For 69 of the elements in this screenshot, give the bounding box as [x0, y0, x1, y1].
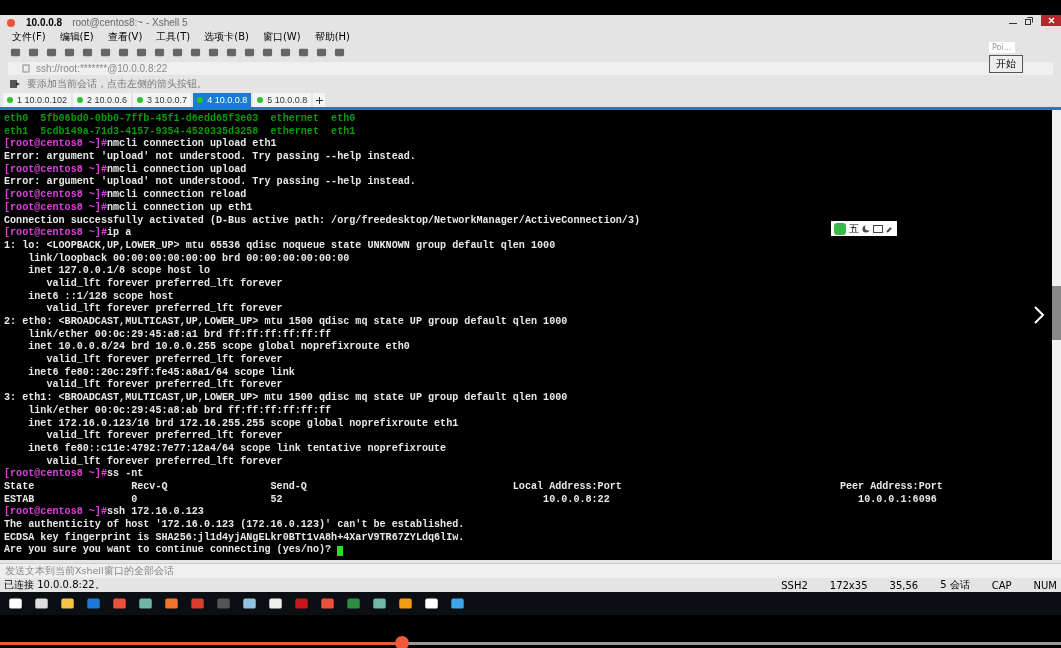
menu-item[interactable]: 文件(F)	[12, 30, 46, 44]
terminal-line: eth1 5cdb149a-71d3-4157-9354-4520335d3258 ethernet eth1	[4, 125, 356, 138]
terminal-line: inet 10.0.0.8/24 brd 10.0.0.255 scope global noprefixroute eth0	[27, 341, 410, 354]
progress-handle[interactable]	[395, 636, 410, 648]
close-icon[interactable]	[1047, 17, 1055, 24]
terminal-line: link/ether 00:0c:29:45:a8:ab brd ff:ff:ff:ff:ff:ff	[27, 404, 332, 418]
status-item: NUM	[1033, 579, 1057, 591]
terminal-line: ESTAB 0 52 10.0.0.8:22 10.0.0.1:6096	[4, 493, 937, 506]
terminal-line: inet6 ::1/128 scope host	[27, 290, 174, 303]
terminal-line: Error: argument 'upload' not understood. Try passing --help instead.	[4, 176, 416, 189]
terminal-line: Connection successfully activated (D-Bus active path: /org/freedesktop/NetworkManager/ActiveConnection/3)	[4, 214, 640, 227]
terminal-line: [root@centos8 ~]#ssh 172.16.0.123	[4, 506, 204, 519]
terminal-line: State Recv-Q Send-Q Local Address:Port Peer Address:Port	[4, 480, 943, 494]
terminal-line: Error: argument 'upload' not understood. Try passing --help instead.	[4, 151, 416, 164]
menu-item[interactable]: 选项卡(B)	[204, 30, 249, 44]
arrow-icon[interactable]	[10, 79, 21, 89]
terminal-line: inet 172.16.0.123/16 brd 172.16.255.255 scope global noprefixroute eth1	[27, 417, 459, 430]
status-item: 35,56	[889, 579, 919, 591]
terminal-line: valid_lft forever preferred_lft forever	[45, 277, 283, 291]
terminal-line: valid_lft forever preferred_lft forever	[45, 354, 283, 367]
terminal-line: valid_lft forever preferred_lft forever	[45, 303, 283, 316]
session-tab[interactable]: 2 10.0.0.6	[73, 93, 132, 107]
menu-item[interactable]: 工具(T)	[156, 30, 191, 44]
session-tab[interactable]: 3 10.0.0.7	[133, 93, 192, 107]
start-button[interactable]: 开始	[989, 55, 1023, 73]
status-text: 已连接 10.0.0.8:22。	[4, 578, 105, 592]
terminal-line: inet6 fe80::20c:29ff:fe45:a8a1/64 scope link	[27, 366, 295, 379]
popup-text: Poi...	[989, 42, 1015, 53]
terminal-line: eth0 5fb06bd0-0bb0-7ffb-45f1-d6edd65f3e03 ethernet eth0	[4, 113, 356, 126]
terminal-line: valid_lft forever preferred_lft forever	[45, 379, 283, 392]
terminal-line: 2: eth0: <BROADCAST,MULTICAST,UP,LOWER_UP> mtu 1500 qdisc mq state UP group default qlen 1000	[4, 316, 568, 329]
terminal-line: [root@centos8 ~]#nmcli connection reload	[4, 189, 247, 202]
terminal-line: ECDSA key fingerprint is SHA256:jl1d4yjANgELkr0BTt1vA8h+4XarV9TR67ZYLdq6lIw.	[4, 531, 465, 544]
terminal-line: 1: lo: <LOOPBACK,UP,LOWER_UP> mtu 65536 qdisc noqueue state UNKNOWN group default qlen 1000	[4, 239, 556, 253]
window-subtitle: root@centos8:~ - Xshell 5	[72, 17, 188, 28]
status-item: SSH2	[781, 579, 808, 591]
close-button[interactable]	[1041, 15, 1061, 26]
session-tab[interactable]: 4 10.0.0.8	[193, 93, 252, 107]
terminal-line: [root@centos8 ~]#nmcli connection up eth1	[4, 201, 253, 215]
terminal-line: valid_lft forever preferred_lft forever	[45, 455, 283, 468]
status-item: 5 会话	[940, 578, 970, 592]
menu-item[interactable]: 编辑(E)	[59, 30, 94, 44]
terminal-line: The authenticity of host '172.16.0.123 (172.16.0.123)' can't be established.	[4, 519, 465, 532]
menu-item[interactable]: 窗口(W)	[262, 30, 301, 44]
terminal-line: [root@centos8 ~]#nmcli connection upload	[4, 163, 247, 176]
terminal-line: 3: eth1: <BROADCAST,MULTICAST,UP,LOWER_UP> mtu 1500 qdisc mq state UP group default qlen 1000	[4, 392, 568, 405]
hint-text: 要添加当前会话，点击左侧的箭头按钮。	[27, 77, 207, 91]
terminal-line: inet6 fe80::c11e:4792:7e77:12a4/64 scope link tentative noprefixroute	[27, 442, 447, 456]
ime-mode[interactable]: 五	[849, 221, 859, 236]
ime-logo-icon[interactable]	[834, 222, 846, 235]
session-tab[interactable]: 1 10.0.0.102	[3, 93, 72, 107]
terminal-line: Are you sure you want to continue connecting (yes/no)?	[4, 544, 333, 558]
status-item: 172x35	[829, 579, 868, 591]
terminal-line: [root@centos8 ~]#ss -nt	[4, 468, 144, 481]
menu-item[interactable]: 查看(V)	[107, 30, 143, 44]
restore-icon[interactable]	[1025, 16, 1033, 25]
terminal-line: valid_lft forever preferred_lft forever	[45, 430, 283, 443]
terminal-line: [root@centos8 ~]#ip a	[4, 227, 132, 240]
menu-item[interactable]: 帮助(H)	[314, 30, 350, 44]
address-icon	[22, 64, 30, 73]
session-tab[interactable]: 5 10.0.0.8	[253, 93, 312, 107]
moon-icon[interactable]	[862, 224, 870, 233]
scrollbar-thumb[interactable]	[1052, 286, 1061, 340]
terminal-line: [root@centos8 ~]#nmcli connection upload eth1	[4, 138, 277, 151]
window-title: 10.0.0.8	[26, 17, 63, 28]
status-item: CAP	[991, 579, 1012, 591]
terminal-line: link/ether 00:0c:29:45:a8:a1 brd ff:ff:ff:ff:ff:ff	[27, 328, 332, 341]
terminal-line: inet 127.0.0.1/8 scope host lo	[27, 265, 210, 278]
terminal-line: link/loopback 00:00:00:00:00:00 brd 00:00:00:00:00:00	[27, 252, 350, 265]
